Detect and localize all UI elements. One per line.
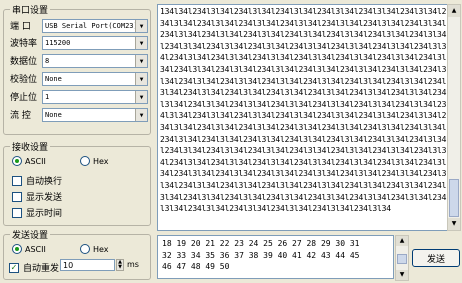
baud-select-value: 115200: [45, 39, 71, 47]
send-hex-radio[interactable]: Hex: [80, 244, 109, 254]
send-scrollbar[interactable]: ▲ ▼: [395, 235, 409, 281]
flow-label: 流 控: [10, 110, 31, 121]
port-select-value: USB Serial Port(COM23): [45, 22, 135, 30]
scroll-up-icon[interactable]: ▲: [396, 236, 408, 246]
send-settings-group: 发送设置 ASCII Hex ✓ 自动重发: [3, 228, 151, 280]
databits-select[interactable]: 8 ▼: [42, 54, 148, 68]
baud-row: 波特率: [10, 35, 42, 49]
baud-label: 波特率: [10, 38, 38, 49]
radio-off-icon: [80, 156, 90, 166]
parity-select[interactable]: None ▼: [42, 72, 148, 86]
checkmark-icon: ✓: [9, 262, 19, 273]
parity-select-value: None: [45, 75, 62, 83]
send-ascii-radio[interactable]: ASCII: [12, 244, 46, 254]
chevron-down-icon[interactable]: ▼: [135, 91, 147, 103]
parity-label: 校验位: [10, 74, 38, 85]
databits-row: 数据位: [10, 53, 42, 67]
scroll-down-icon[interactable]: ▼: [448, 218, 460, 230]
stopbits-select-value: 1: [45, 93, 50, 101]
port-label: 端 口: [10, 21, 31, 32]
receive-ascii-radio[interactable]: ASCII: [12, 156, 46, 166]
chevron-down-icon[interactable]: ▼: [135, 55, 147, 67]
scroll-thumb[interactable]: [449, 179, 459, 217]
show-send-label: 显示发送: [26, 193, 63, 203]
send-ascii-label: ASCII: [25, 244, 46, 254]
port-select[interactable]: USB Serial Port(COM23) ▼: [42, 19, 148, 33]
chevron-down-icon[interactable]: ▼: [135, 37, 147, 49]
show-send-checkbox[interactable]: 显示发送: [12, 190, 62, 203]
radio-off-icon: [80, 244, 90, 254]
receive-ascii-label: ASCII: [25, 156, 46, 166]
stopbits-select[interactable]: 1 ▼: [42, 90, 148, 104]
show-time-checkbox[interactable]: 显示时间: [12, 206, 62, 219]
scroll-thumb[interactable]: [397, 254, 407, 264]
scroll-up-icon[interactable]: ▲: [448, 5, 460, 17]
checkbox-icon: [12, 175, 22, 186]
spin-down-icon[interactable]: ▼: [118, 264, 122, 270]
send-textarea[interactable]: 18 19 20 21 22 23 24 25 26 27 28 29 30 3…: [157, 235, 394, 279]
checkbox-icon: [12, 191, 22, 202]
send-settings-title: 发送设置: [10, 228, 51, 241]
auto-resend-label: 自动重发: [23, 264, 60, 274]
baud-select[interactable]: 115200 ▼: [42, 36, 148, 50]
show-time-label: 显示时间: [26, 209, 63, 219]
radio-on-icon: [12, 156, 22, 166]
send-button[interactable]: 发送: [412, 249, 460, 267]
auto-wrap-label: 自动换行: [26, 177, 63, 187]
flow-row: 流 控: [10, 107, 42, 121]
serial-settings-group: 串口设置 端 口 USB Serial Port(COM23) ▼ 波特率 115…: [3, 3, 151, 135]
flow-select[interactable]: None ▼: [42, 108, 148, 122]
stopbits-row: 停止位: [10, 89, 42, 103]
auto-resend-checkbox[interactable]: ✓ 自动重发: [9, 261, 59, 274]
databits-label: 数据位: [10, 56, 38, 67]
receive-scrollbar[interactable]: ▲ ▼: [447, 4, 461, 231]
flow-select-value: None: [45, 111, 62, 119]
receive-hex-radio[interactable]: Hex: [80, 156, 109, 166]
receive-settings-title: 接收设置: [10, 140, 51, 153]
receive-textarea[interactable]: 134l34l234l3l34l234l3l34l234l3l34l234l3l…: [157, 4, 450, 231]
radio-on-icon: [12, 244, 22, 254]
chevron-down-icon[interactable]: ▼: [135, 73, 147, 85]
parity-row: 校验位: [10, 71, 42, 85]
stopbits-label: 停止位: [10, 92, 38, 103]
scroll-down-icon[interactable]: ▼: [396, 270, 408, 280]
send-hex-label: Hex: [93, 244, 109, 254]
receive-hex-label: Hex: [93, 156, 109, 166]
interval-unit: ms: [127, 260, 139, 269]
resend-interval-input[interactable]: 10: [60, 259, 115, 271]
databits-select-value: 8: [45, 57, 50, 65]
interval-spinner[interactable]: ▲ ▼: [116, 259, 124, 271]
receive-settings-group: 接收设置 ASCII Hex 自动换行 显示发送 显示时间: [3, 140, 151, 226]
port-row: 端 口: [10, 18, 42, 32]
checkbox-icon: [12, 207, 22, 218]
chevron-down-icon[interactable]: ▼: [135, 109, 147, 121]
serial-settings-title: 串口设置: [10, 3, 51, 16]
chevron-down-icon[interactable]: ▼: [135, 20, 147, 32]
auto-wrap-checkbox[interactable]: 自动换行: [12, 174, 62, 187]
